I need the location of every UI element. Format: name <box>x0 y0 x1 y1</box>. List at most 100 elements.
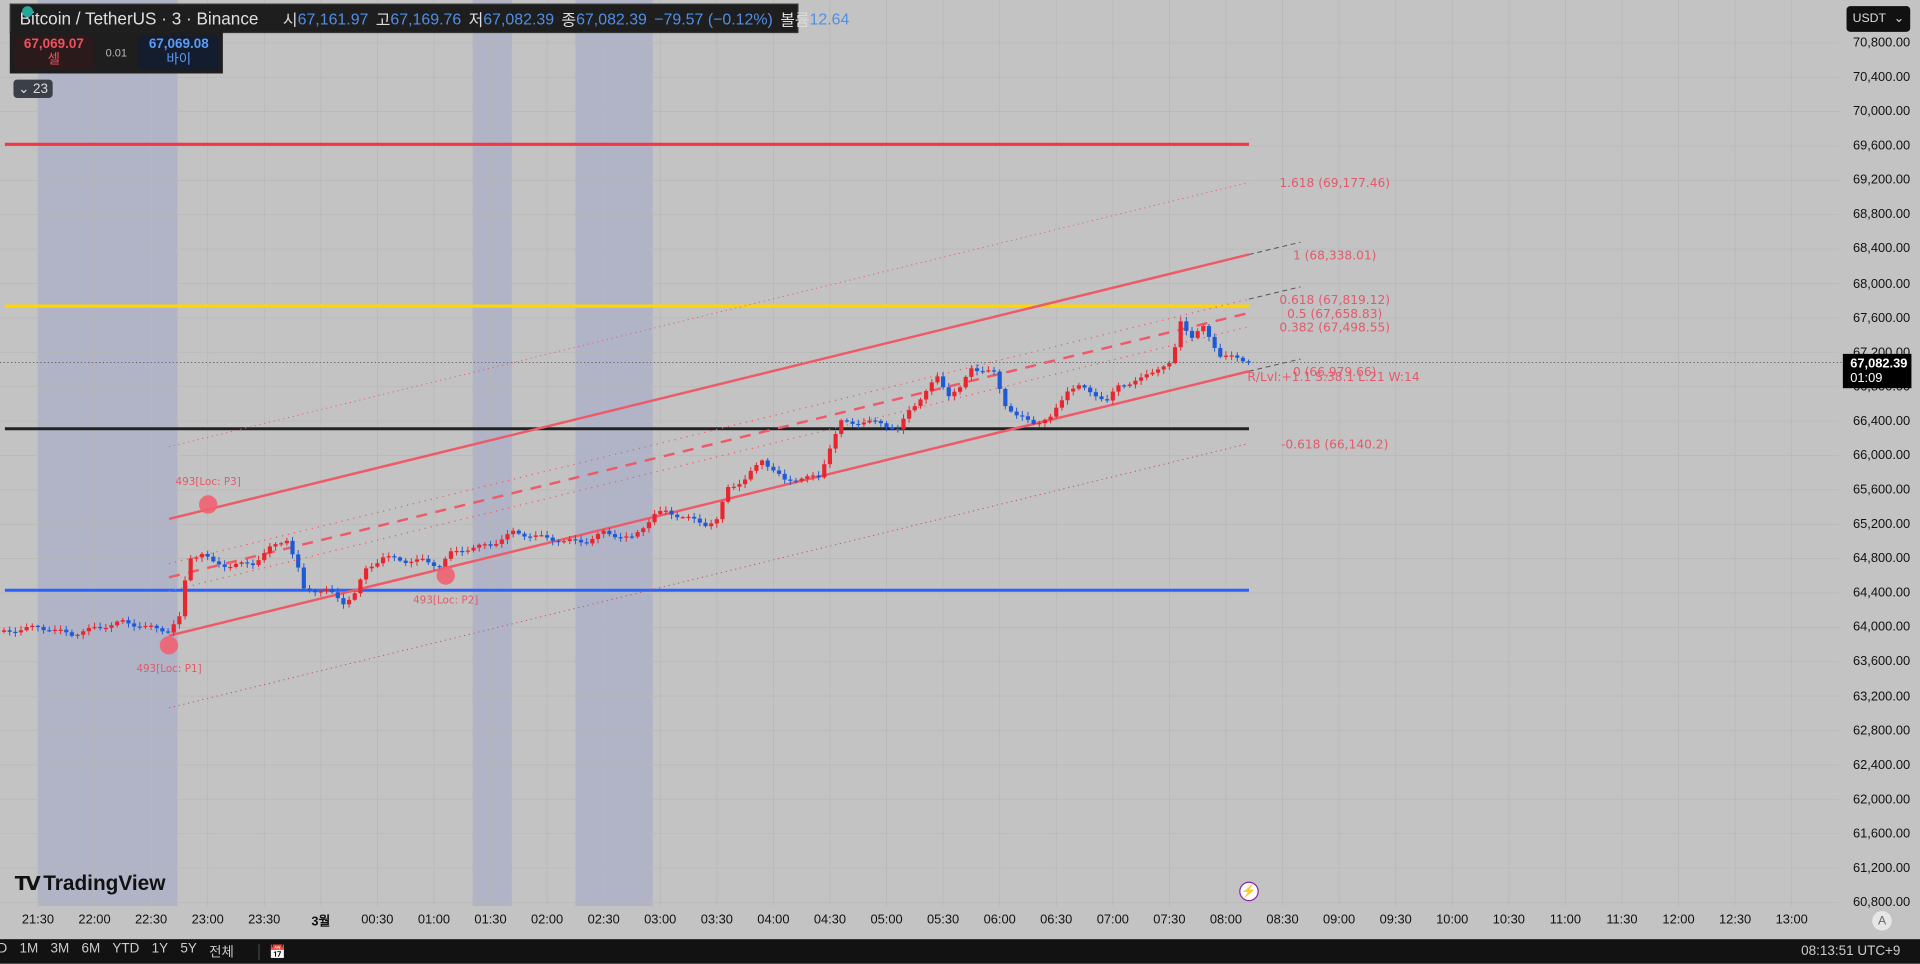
candle-body <box>980 371 985 373</box>
candle-body <box>7 630 12 632</box>
calendar-icon[interactable]: 📅 <box>258 943 286 960</box>
time-tick: 12:30 <box>1719 912 1752 927</box>
range-button-D[interactable]: D <box>0 942 7 962</box>
channel-line <box>168 181 1250 448</box>
candle-body <box>1133 380 1138 385</box>
price-tick: 68,400.00 <box>1852 241 1911 257</box>
range-button-YTD[interactable]: YTD <box>112 942 139 962</box>
candle-body <box>1 630 7 632</box>
time-tick: 09:00 <box>1323 912 1356 927</box>
candle-body <box>867 420 872 423</box>
sell-price: 67,069.07 <box>23 36 84 52</box>
tradingview-logo[interactable]: 𝗧𝗩 TradingView <box>15 872 166 896</box>
sell-label: 셀 <box>47 52 61 68</box>
time-tick: 00:30 <box>361 912 394 927</box>
candle-body <box>754 465 759 471</box>
logo-text: TradingView <box>43 871 166 896</box>
candle-body <box>1206 326 1212 337</box>
candle-body <box>211 556 216 562</box>
candle-body <box>618 537 623 539</box>
candle-body <box>561 541 567 543</box>
candle-body <box>1020 415 1025 417</box>
candle-body <box>629 536 635 538</box>
candle-body <box>233 563 239 567</box>
candle-body <box>1223 355 1229 357</box>
price-tick: 66,000.00 <box>1852 448 1911 463</box>
symbol-legend[interactable]: Bitcoin / TetherUS · 3 · Binance 시 67,161… <box>9 3 849 34</box>
candle-body <box>273 544 278 547</box>
buy-sell-panel: 67,069.07 셀 0.01 67,069.08 바이 <box>9 31 223 74</box>
candle-body <box>1229 355 1234 357</box>
candle-body <box>782 473 787 480</box>
high-value: 67,169.76 <box>390 9 462 28</box>
volume-value: 12.64 <box>809 9 850 28</box>
lightning-icon[interactable]: ⚡ <box>1239 881 1259 902</box>
candle-body <box>403 560 408 563</box>
symbol-title[interactable]: Bitcoin / TetherUS · 3 · Binance <box>20 9 259 29</box>
candle-body <box>245 562 250 564</box>
price-tick: 60,800.00 <box>1852 895 1911 910</box>
chart-canvas[interactable]: 493[Loc: P1] 493[Loc: P2] 493[Loc: P3] 1.6… <box>0 0 1920 964</box>
price-tick: 62,400.00 <box>1852 757 1911 773</box>
candle-body <box>793 480 799 482</box>
volume-label: 볼륨 <box>780 10 810 29</box>
candle-body <box>465 550 470 552</box>
session-band <box>575 0 653 907</box>
candle-body <box>771 466 776 471</box>
indicators-toggle[interactable]: ⌄ 23 <box>13 79 53 98</box>
time-tick: 02:30 <box>587 912 620 927</box>
candle-body <box>1059 400 1064 408</box>
candle-body <box>1054 407 1059 417</box>
channel-line <box>168 370 1250 637</box>
candle-body <box>375 563 380 567</box>
candle-body <box>912 406 917 411</box>
range-button-1M[interactable]: 1M <box>20 942 39 962</box>
range-button-6M[interactable]: 6M <box>81 942 100 962</box>
price-tick: 69,600.00 <box>1852 138 1911 154</box>
candle-body <box>941 376 946 388</box>
candle-body <box>482 544 487 546</box>
candle-body <box>488 544 493 546</box>
candle-body <box>460 550 465 553</box>
candle-body <box>759 460 765 466</box>
candle-body <box>974 368 980 372</box>
candle-body <box>448 551 454 559</box>
time-tick: 22:00 <box>78 912 111 927</box>
candle-body <box>216 561 222 565</box>
range-button-전체[interactable]: 전체 <box>209 942 234 962</box>
price-tick: 68,800.00 <box>1852 207 1911 223</box>
currency-select[interactable]: USDT ⌄ <box>1846 6 1911 32</box>
candle-body <box>137 626 142 628</box>
candle-body <box>380 557 386 564</box>
candle-body <box>511 530 516 535</box>
candle-body <box>347 599 352 605</box>
range-button-5Y[interactable]: 5Y <box>180 942 196 962</box>
price-tick: 70,400.00 <box>1852 69 1911 85</box>
spread: 0.01 <box>105 46 128 59</box>
low-value: 67,082.39 <box>483 9 555 28</box>
candle-body <box>692 516 697 519</box>
candle-body <box>358 579 363 594</box>
clock[interactable]: 08:13:51 UTC+9 <box>1801 944 1900 959</box>
candle-body <box>420 558 425 561</box>
time-tick: 13:00 <box>1775 912 1808 927</box>
candle-body <box>765 460 770 467</box>
range-button-1Y[interactable]: 1Y <box>152 942 168 962</box>
sell-button[interactable]: 67,069.07 셀 <box>13 35 95 70</box>
candle-body <box>573 539 578 541</box>
range-button-3M[interactable]: 3M <box>50 942 69 962</box>
candle-body <box>1139 377 1144 381</box>
candle-body <box>1031 419 1036 425</box>
candle-body <box>330 588 335 593</box>
buy-button[interactable]: 67,069.08 바이 <box>138 35 220 70</box>
candle-body <box>901 418 906 430</box>
candle-body <box>539 535 544 537</box>
price-tick: 67,600.00 <box>1852 310 1911 326</box>
time-tick: 01:00 <box>417 912 451 927</box>
candle-body <box>1201 326 1206 332</box>
candle-body <box>414 559 420 562</box>
candle-body <box>675 514 680 518</box>
candle-body <box>165 631 171 633</box>
auto-scale-button[interactable]: A <box>1872 911 1892 931</box>
candle-body <box>726 487 731 502</box>
